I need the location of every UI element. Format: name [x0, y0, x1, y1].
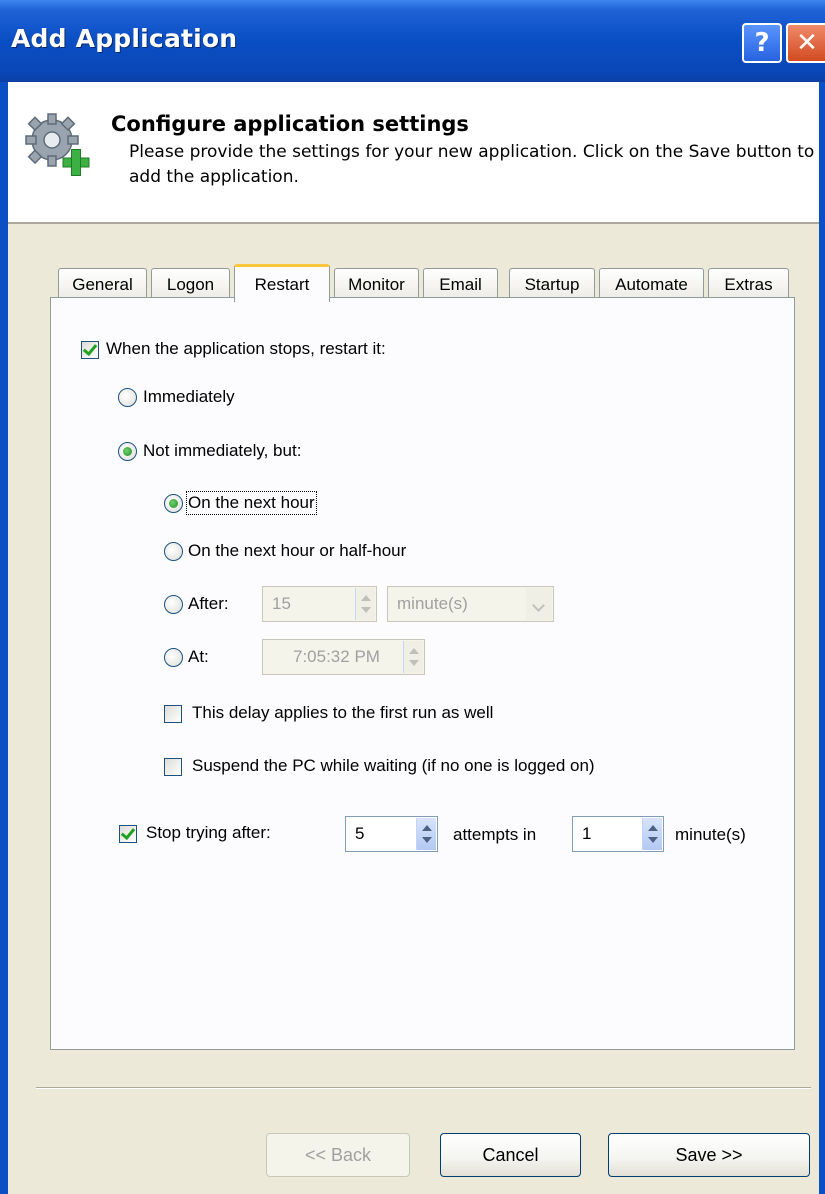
- attempts-stepper[interactable]: 5: [345, 816, 438, 852]
- back-button[interactable]: << Back: [266, 1133, 410, 1177]
- tab-general[interactable]: General: [58, 268, 147, 300]
- tab-startup[interactable]: Startup: [509, 268, 595, 300]
- tab-email[interactable]: Email: [423, 268, 498, 300]
- spin-up-icon: [409, 648, 419, 654]
- at-time-value: 7:05:32 PM: [293, 647, 380, 666]
- minutes-stepper[interactable]: 1: [572, 816, 664, 852]
- after-value: 15: [272, 594, 291, 613]
- spin-up-icon: [648, 825, 658, 831]
- header-title: Configure application settings: [111, 112, 469, 136]
- not-immediately-label[interactable]: Not immediately, but:: [143, 441, 301, 461]
- after-spin-buttons[interactable]: [355, 588, 375, 620]
- gear-plus-icon: [25, 113, 90, 176]
- spin-down-icon: [361, 607, 371, 613]
- tab-automate[interactable]: Automate: [599, 268, 704, 300]
- suspend-pc-label[interactable]: Suspend the PC while waiting (if no one …: [192, 756, 595, 776]
- close-button[interactable]: ✕: [786, 23, 825, 63]
- window-border-left: [0, 82, 8, 1194]
- at-label[interactable]: At:: [188, 647, 209, 667]
- attempts-in-label: attempts in: [453, 825, 537, 844]
- next-half-hour-label[interactable]: On the next hour or half-hour: [188, 541, 406, 561]
- restart-tab-panel: When the application stops, restart it: …: [50, 297, 795, 1050]
- minutes-spin-buttons[interactable]: [642, 818, 662, 850]
- suspend-pc-checkbox[interactable]: [164, 758, 182, 776]
- at-spin-buttons[interactable]: [403, 641, 423, 673]
- window-title: Add Application: [11, 24, 238, 53]
- minutes-value: 1: [582, 824, 592, 843]
- spin-up-icon: [361, 595, 371, 601]
- next-hour-radio[interactable]: [164, 494, 183, 513]
- minutes-unit-label: minute(s): [675, 825, 746, 844]
- wizard-header: Configure application settings Please pr…: [8, 82, 819, 224]
- spin-up-icon: [422, 825, 432, 831]
- not-immediately-radio[interactable]: [118, 442, 137, 461]
- help-button[interactable]: ?: [742, 23, 782, 63]
- next-hour-label[interactable]: On the next hour: [186, 491, 317, 515]
- window-border-right: [819, 82, 825, 1194]
- tab-monitor[interactable]: Monitor: [334, 268, 419, 300]
- cancel-button[interactable]: Cancel: [440, 1133, 581, 1177]
- add-application-window: Add Application ? ✕ Configure applicatio…: [0, 0, 825, 1194]
- next-half-hour-radio[interactable]: [164, 542, 183, 561]
- spin-down-icon: [422, 837, 432, 843]
- at-time-picker[interactable]: 7:05:32 PM: [262, 639, 425, 675]
- after-label[interactable]: After:: [188, 594, 229, 614]
- stop-trying-label[interactable]: Stop trying after:: [146, 823, 271, 843]
- title-bar[interactable]: Add Application ? ✕: [0, 0, 825, 82]
- immediately-radio[interactable]: [118, 388, 137, 407]
- first-run-checkbox[interactable]: [164, 705, 182, 723]
- save-button[interactable]: Save >>: [608, 1133, 810, 1177]
- restart-checkbox[interactable]: [81, 341, 99, 359]
- after-radio[interactable]: [164, 595, 183, 614]
- attempts-spin-buttons[interactable]: [416, 818, 436, 850]
- tab-logon[interactable]: Logon: [151, 268, 230, 300]
- spin-down-icon: [648, 837, 658, 843]
- at-radio[interactable]: [164, 648, 183, 667]
- spin-down-icon: [409, 660, 419, 666]
- immediately-label[interactable]: Immediately: [143, 387, 235, 407]
- header-description: Please provide the settings for your new…: [129, 142, 815, 187]
- restart-label[interactable]: When the application stops, restart it:: [106, 339, 386, 359]
- footer-separator: [36, 1087, 811, 1089]
- stop-trying-checkbox[interactable]: [119, 825, 137, 843]
- chevron-down-icon: [526, 588, 552, 620]
- after-value-stepper[interactable]: 15: [262, 586, 377, 622]
- tab-restart[interactable]: Restart: [234, 264, 330, 302]
- attempts-value: 5: [355, 824, 365, 843]
- after-unit-value: minute(s): [397, 594, 468, 613]
- tab-extras[interactable]: Extras: [708, 268, 789, 300]
- after-unit-dropdown[interactable]: minute(s): [387, 586, 554, 622]
- first-run-label[interactable]: This delay applies to the first run as w…: [192, 703, 493, 723]
